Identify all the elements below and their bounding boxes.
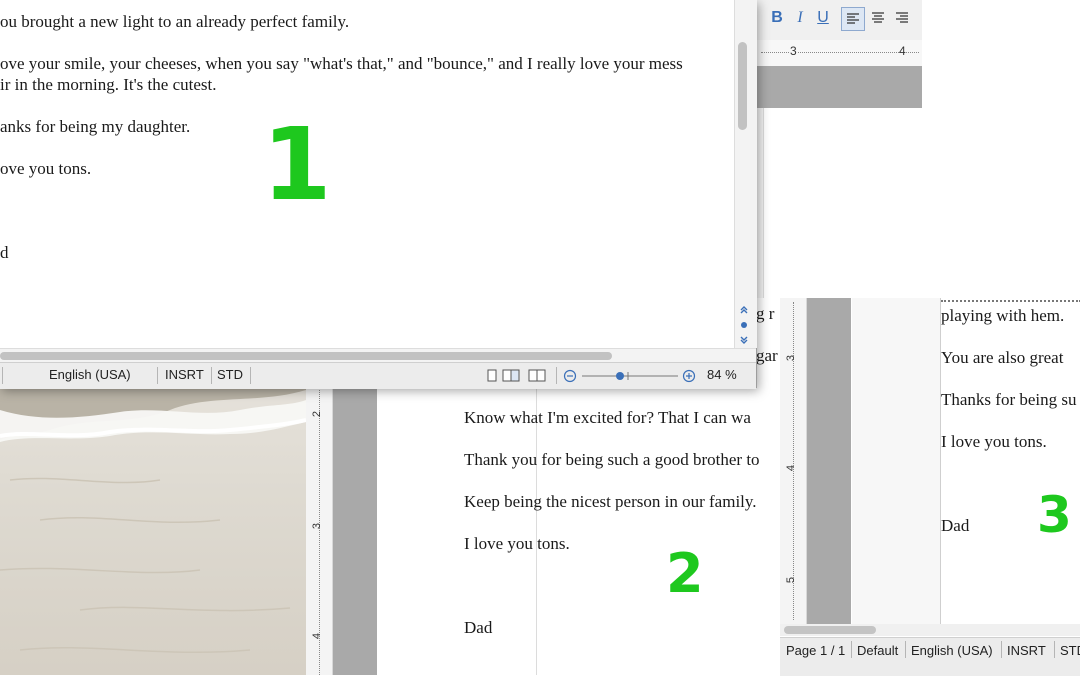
- ruler-mark: 4: [311, 632, 324, 640]
- doc-line: ove you tons.: [0, 159, 92, 178]
- align-left-button[interactable]: [841, 7, 865, 31]
- insert-mode[interactable]: INSRT: [1007, 643, 1046, 658]
- language-indicator[interactable]: English (USA): [911, 643, 993, 658]
- scrollbar-thumb[interactable]: [784, 626, 876, 634]
- ruler-mark: 3: [790, 44, 797, 58]
- status-bar: Page 1 / 1 Default English (USA) INSRT S…: [780, 637, 1080, 676]
- doc-line: Thank you for being such a good brother …: [464, 450, 760, 469]
- beach-image: [0, 370, 306, 675]
- zoom-slider[interactable]: [562, 368, 698, 384]
- doc-line: anks for being my daughter.: [0, 117, 191, 136]
- doc-line: ou brought a new light to an already per…: [0, 12, 350, 31]
- view-layout-icons[interactable]: [486, 368, 550, 384]
- italic-button[interactable]: I: [790, 8, 810, 28]
- doc-line: ove your smile, your cheeses, when you s…: [0, 54, 683, 73]
- bold-button[interactable]: B: [767, 8, 787, 28]
- doc-line-partial: gar: [756, 346, 778, 365]
- align-left-icon: [847, 13, 859, 24]
- scrollbar-thumb[interactable]: [0, 352, 612, 360]
- align-right-icon: [896, 12, 908, 23]
- document-window-1: ou brought a new light to an already per…: [0, 0, 757, 389]
- doc-line: Know what I'm excited for? That I can wa: [464, 408, 751, 427]
- document-window-3: 3 4 5 playing with hem. You are also gre…: [780, 298, 1080, 676]
- page-nav-icon[interactable]: [737, 304, 751, 346]
- align-center-icon: [872, 12, 884, 23]
- doc-line-partial: g r: [756, 304, 775, 323]
- ruler-mark: 4: [785, 464, 798, 472]
- ruler-mark: 3: [311, 522, 324, 530]
- page-style[interactable]: Default: [857, 643, 898, 658]
- marker-number-2: 2: [666, 542, 704, 605]
- scrollbar-thumb[interactable]: [738, 42, 747, 130]
- status-bar: English (USA) INSRT STD 84 %: [0, 362, 756, 389]
- marker-number-3: 3: [1037, 486, 1072, 544]
- ruler-mark: 5: [785, 576, 798, 584]
- doc-line: You are also great: [941, 348, 1064, 367]
- ruler-mark: 3: [785, 354, 798, 362]
- page-gap: [807, 298, 851, 624]
- marker-number-1: 1: [262, 106, 332, 223]
- doc-line: d: [0, 243, 9, 262]
- page-text-area[interactable]: ou brought a new light to an already per…: [0, 0, 734, 348]
- toolbar-window: B I U 3 4: [757, 0, 922, 298]
- doc-line: I love you tons.: [464, 534, 570, 553]
- formatting-toolbar: B I U: [757, 0, 922, 40]
- selection-mode[interactable]: STD: [1060, 643, 1080, 658]
- ruler-mark: 2: [311, 410, 324, 418]
- zoom-level[interactable]: 84 %: [707, 367, 737, 382]
- doc-line: I love you tons.: [941, 432, 1047, 451]
- doc-line: Thanks for being su: [941, 390, 1077, 409]
- underline-button[interactable]: U: [813, 8, 833, 28]
- cut-text-line: [941, 294, 1080, 302]
- vertical-ruler: [757, 108, 764, 298]
- page-count: Page 1 / 1: [786, 643, 846, 658]
- doc-line: playing with hem.: [941, 306, 1065, 325]
- doc-line: Dad: [941, 516, 970, 535]
- page-text-area[interactable]: playing with hem. You are also great Tha…: [940, 298, 1080, 624]
- horizontal-ruler: 3 4: [757, 40, 922, 67]
- page-gap: [757, 66, 922, 108]
- doc-line: ir in the morning. It's the cutest.: [0, 75, 217, 94]
- insert-mode[interactable]: INSRT: [165, 367, 204, 382]
- doc-line: Keep being the nicest person in our fami…: [464, 492, 757, 511]
- align-center-button[interactable]: [867, 7, 889, 29]
- ruler-mark: 4: [899, 44, 906, 58]
- vertical-ruler: 3 4 5: [780, 298, 807, 624]
- align-right-button[interactable]: [891, 7, 913, 29]
- selection-mode[interactable]: STD: [217, 367, 243, 382]
- doc-line: Dad: [464, 618, 493, 637]
- language-indicator[interactable]: English (USA): [49, 367, 131, 382]
